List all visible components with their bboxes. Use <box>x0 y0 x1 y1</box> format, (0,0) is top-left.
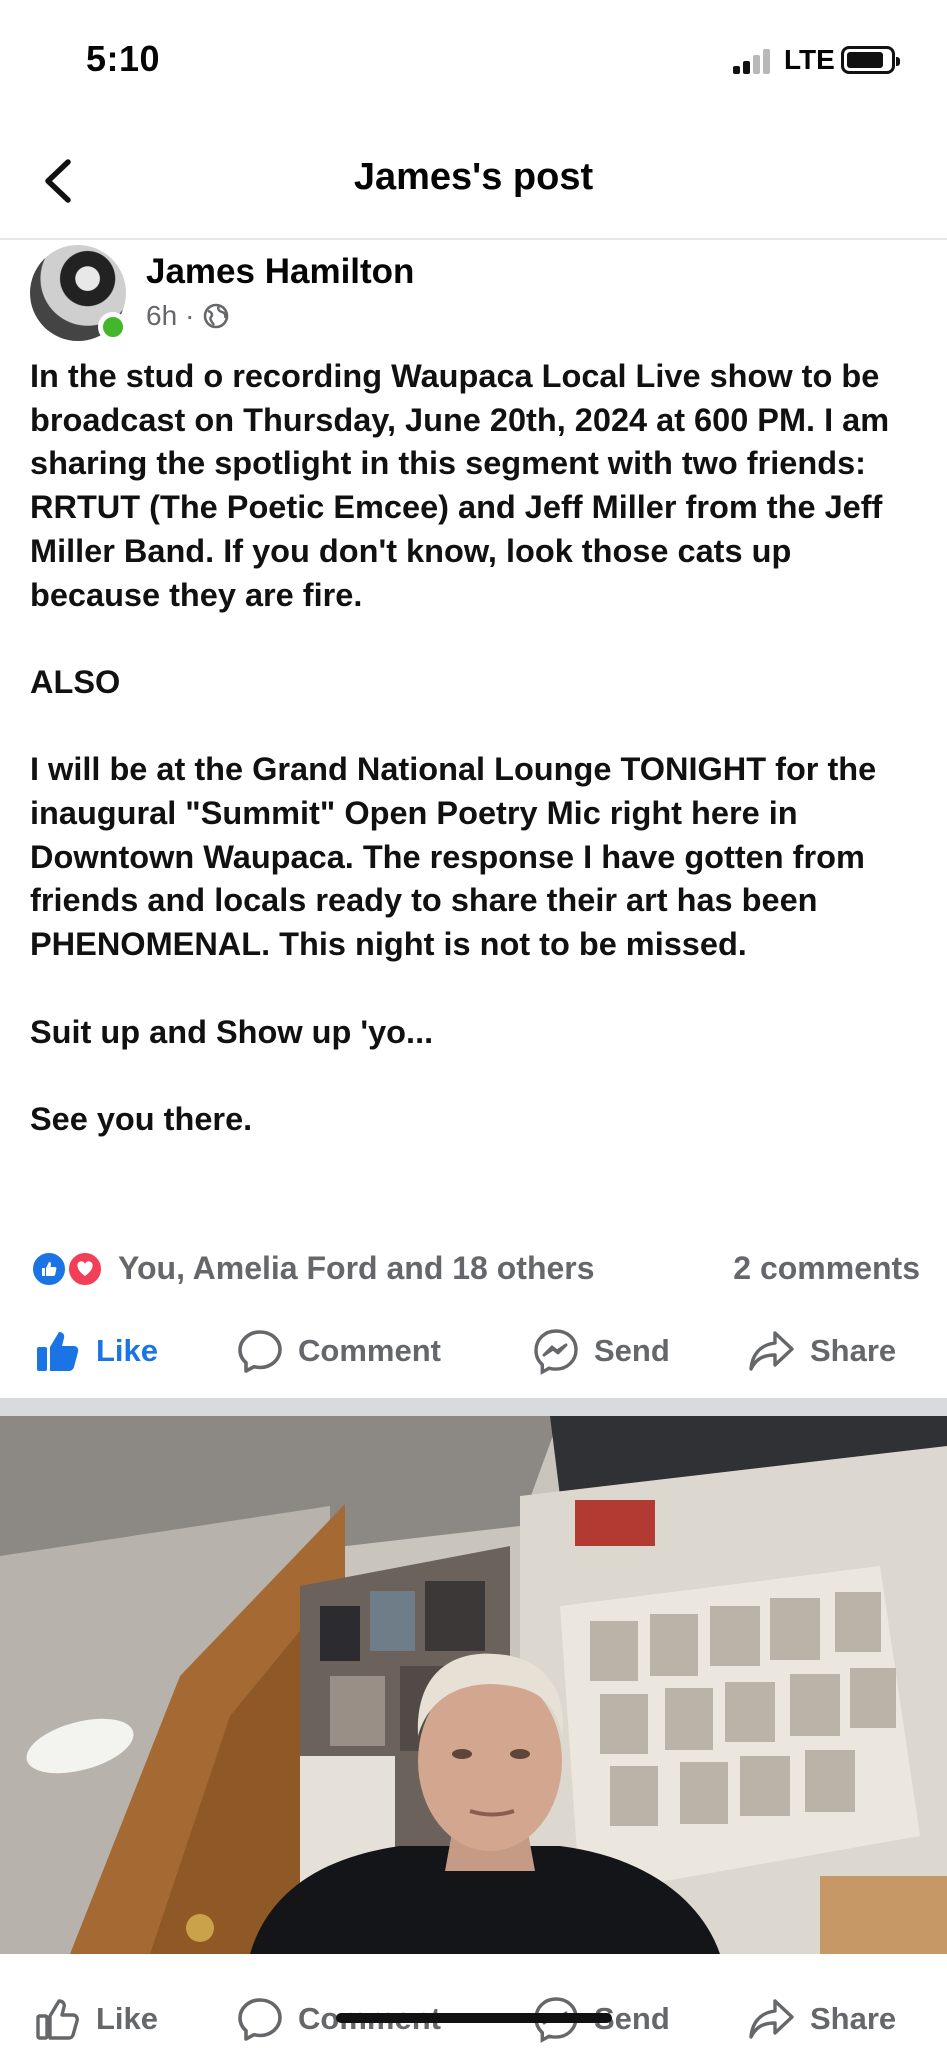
online-status-dot <box>98 312 128 342</box>
photo-illustration <box>0 1416 947 1954</box>
send-button[interactable]: Send <box>532 1326 670 1376</box>
battery-icon <box>841 46 900 74</box>
globe-icon <box>204 303 229 329</box>
page-title: James's post <box>353 156 594 198</box>
post-text: In the stud o recording Waupaca Local Li… <box>30 358 890 1137</box>
comment-bubble-icon <box>238 1998 282 2041</box>
comment-bubble-icon <box>238 1330 282 1373</box>
reactions-row[interactable]: You, Amelia Ford and 18 others 2 comment… <box>30 1248 920 1288</box>
share-arrow-icon <box>749 1999 794 2039</box>
status-time: 5:10 <box>86 38 161 79</box>
like-button[interactable]: Like <box>34 1326 158 1376</box>
post-time[interactable]: 6h <box>146 300 177 332</box>
like-reaction-icon <box>30 1250 68 1288</box>
photo-share-button[interactable]: Share <box>748 1994 896 2044</box>
post-divider <box>0 1398 947 1416</box>
thumbs-up-filled-icon <box>37 1332 79 1371</box>
comment-count[interactable]: 2 comments <box>733 1250 920 1287</box>
comment-label: Comment <box>298 1333 441 1368</box>
photo-share-label: Share <box>810 2001 897 2036</box>
post-author[interactable]: James Hamilton <box>146 252 414 292</box>
like-label: Like <box>96 1333 159 1368</box>
signal-icon <box>733 48 773 74</box>
network-label: LTE <box>784 44 835 75</box>
share-arrow-icon <box>749 1331 794 1371</box>
meta-separator: · <box>185 300 195 331</box>
home-indicator[interactable] <box>336 2013 612 2023</box>
post-photo[interactable] <box>0 1416 947 1954</box>
nav-header: James's post <box>0 120 947 240</box>
post-action-bar: Like Comment Send Share <box>0 1312 947 1392</box>
comment-button[interactable]: Comment <box>236 1326 441 1376</box>
love-reaction-icon <box>66 1250 104 1288</box>
send-label: Send <box>594 1333 670 1368</box>
thumbs-up-outline-icon <box>36 1999 79 2040</box>
reaction-names[interactable]: You, Amelia Ford and 18 others <box>118 1250 595 1287</box>
photo-like-button[interactable]: Like <box>34 1994 158 2044</box>
photo-like-label: Like <box>96 2001 159 2036</box>
status-bar: 5:10 LTE <box>0 0 947 120</box>
share-button[interactable]: Share <box>748 1326 896 1376</box>
messenger-icon <box>534 1329 578 1375</box>
post-meta: 6h · <box>146 300 230 332</box>
share-label: Share <box>810 1333 897 1368</box>
